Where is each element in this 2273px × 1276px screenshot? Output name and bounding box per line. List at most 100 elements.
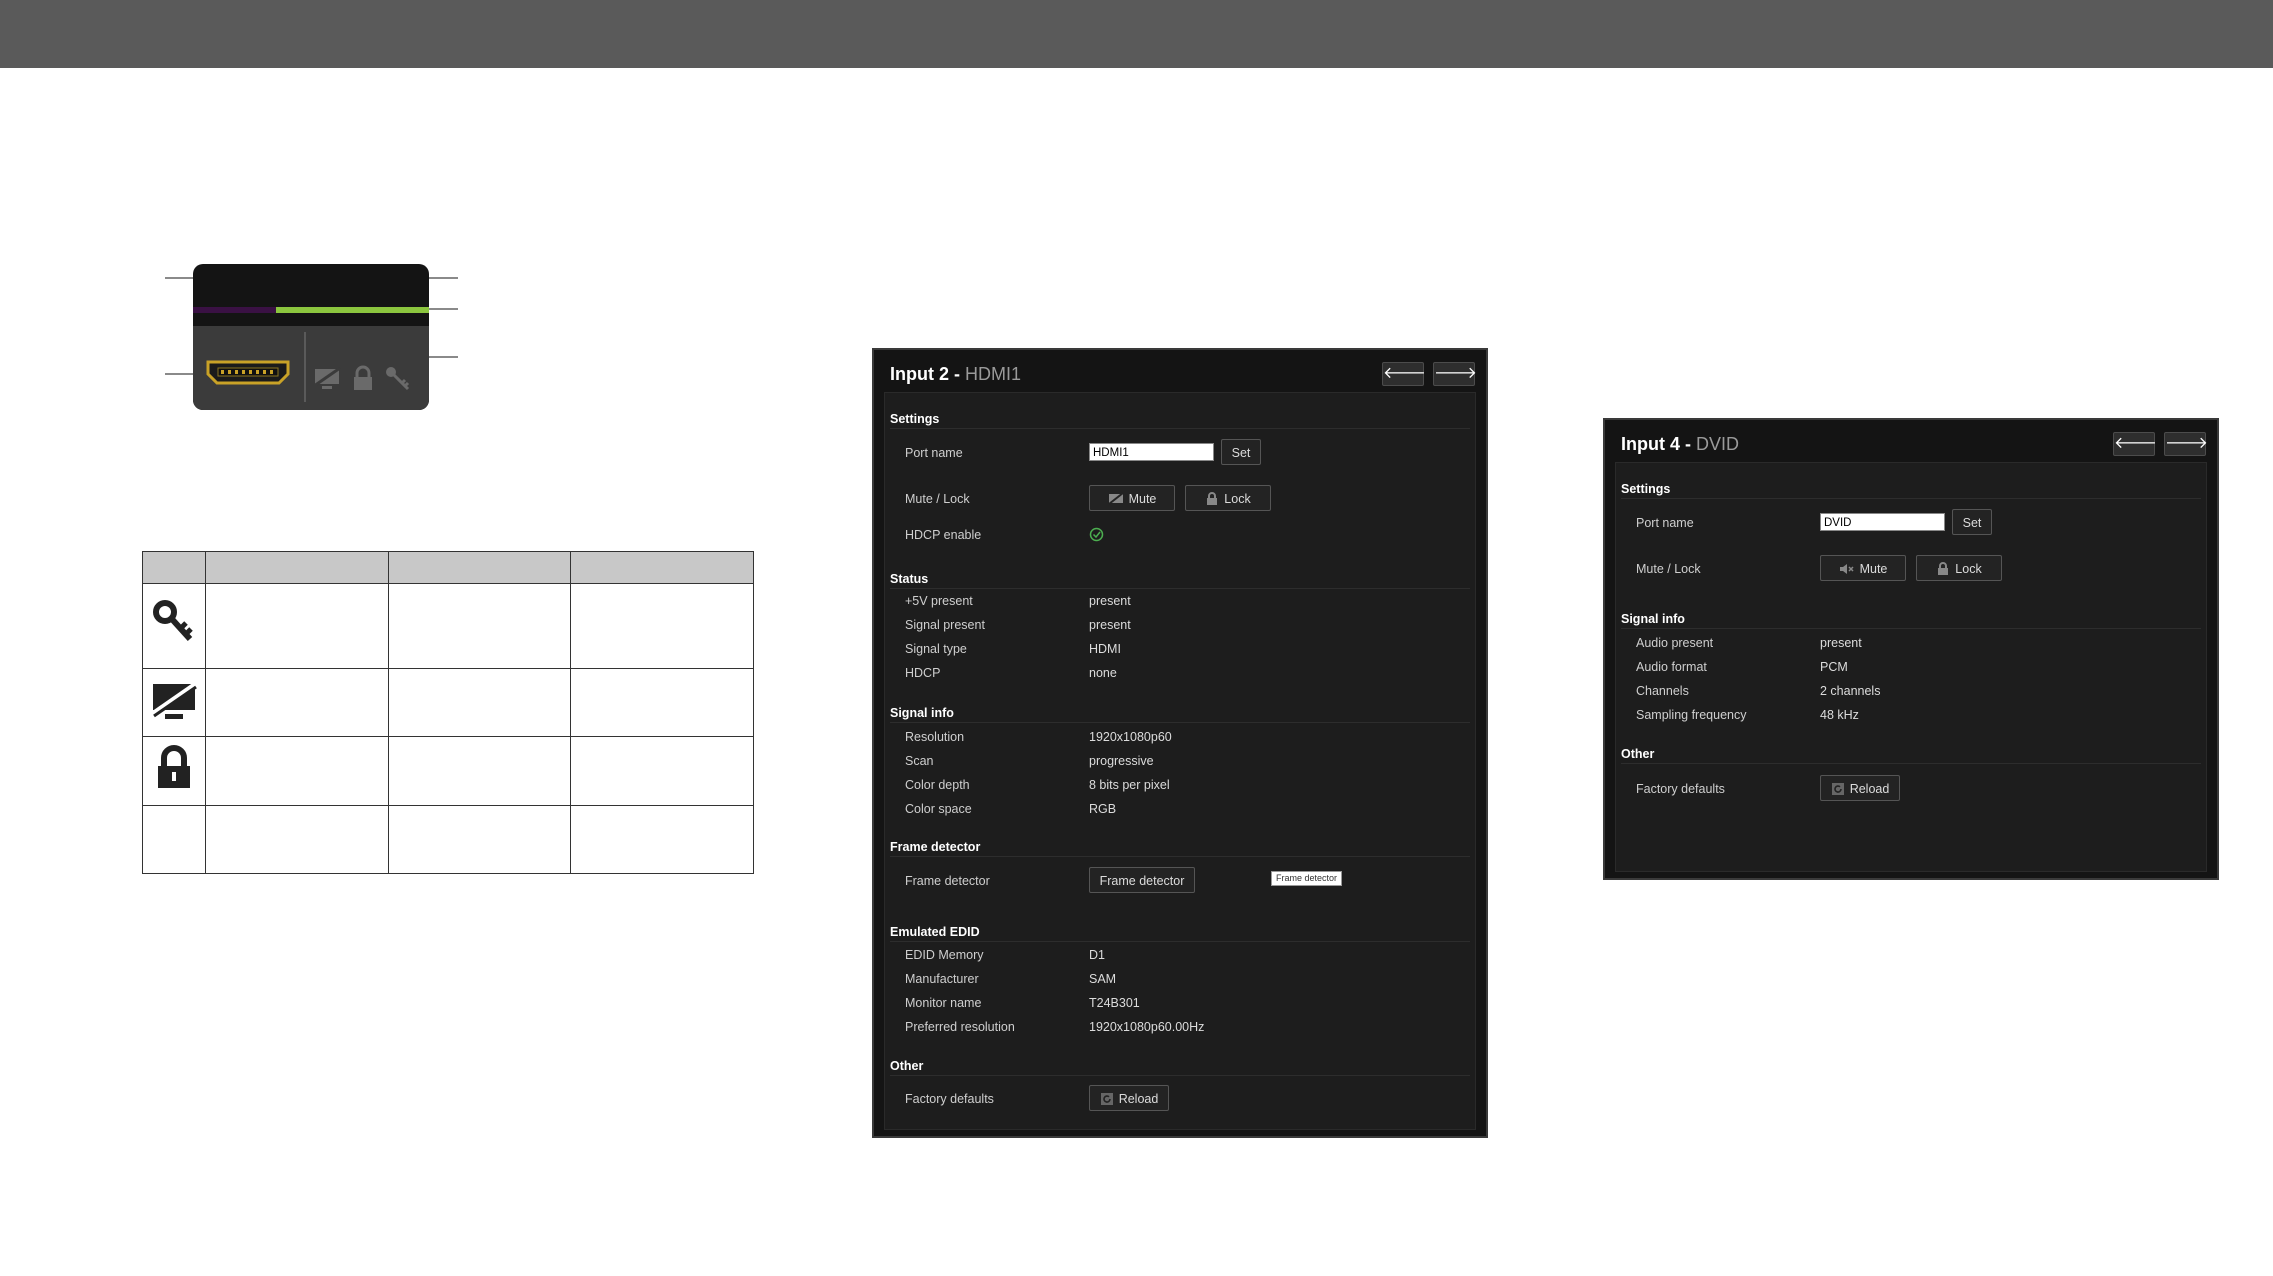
edid-value: D1 [1089, 948, 1105, 962]
table-icon-cell [142, 736, 206, 806]
signal-info-value: 48 kHz [1820, 708, 1859, 722]
section-other: Other [1621, 747, 1655, 761]
section-divider [890, 1075, 1470, 1076]
status-value: present [1089, 618, 1131, 632]
signal-info-label: Channels [1636, 684, 1689, 698]
mute-lock-label: Mute / Lock [905, 492, 970, 506]
signal-info-label: Sampling frequency [1636, 708, 1747, 722]
port-tile [193, 264, 429, 410]
next-input-button[interactable]: 🡒 [1433, 362, 1477, 386]
panel-title: Input 2 - HDMI1 [890, 364, 1021, 385]
signal-info-label: Color space [905, 802, 972, 816]
edid-label: Preferred resolution [905, 1020, 1015, 1034]
frame-detector-label: Frame detector [905, 874, 990, 888]
port-name-input[interactable]: DVID [1820, 513, 1945, 531]
lock-button[interactable]: Lock [1185, 485, 1271, 511]
table-icon-cell [142, 583, 206, 669]
reload-icon [1100, 1093, 1113, 1105]
table-cell [570, 667, 754, 738]
arrow-right-icon: 🡒 [1434, 365, 1477, 382]
prev-input-button[interactable]: 🡐 [1382, 362, 1426, 386]
edid-value: 1920x1080p60.00Hz [1089, 1020, 1205, 1034]
port-tile-illustration [160, 255, 470, 425]
panel-title: Input 4 - DVID [1621, 434, 1739, 455]
section-status: Status [890, 572, 929, 586]
key-icon [386, 367, 410, 391]
lock-button[interactable]: Lock [1916, 555, 2002, 581]
section-divider [890, 941, 1470, 942]
table-header-cell [142, 550, 206, 585]
section-divider [890, 588, 1470, 589]
reload-button[interactable]: Reload [1089, 1085, 1169, 1111]
frame-detector-tooltip: Frame detector [1271, 871, 1343, 886]
section-signal-info: Signal info [1621, 612, 1685, 626]
status-value: HDMI [1089, 642, 1121, 656]
arrow-right-icon: 🡒 [2165, 435, 2208, 452]
table-cell [387, 804, 572, 875]
table-icon-cell [142, 804, 206, 875]
section-divider [1621, 763, 2201, 764]
mute-screen-icon [313, 366, 341, 389]
table-cell [570, 583, 754, 669]
port-name-label: Port name [905, 446, 963, 460]
table-header-cell [205, 550, 389, 585]
section-divider [890, 856, 1470, 857]
top-header-bar [0, 0, 2273, 68]
speaker-mute-icon [1839, 564, 1854, 574]
table-icon-cell [142, 667, 206, 738]
section-signal-info: Signal info [890, 706, 954, 720]
section-divider [1621, 628, 2201, 629]
table-cell [387, 667, 572, 738]
table-cell [205, 667, 389, 738]
edid-label: Monitor name [905, 996, 982, 1010]
factory-defaults-label: Factory defaults [905, 1092, 994, 1106]
hdcp-enable-checkbox[interactable] [1089, 527, 1104, 542]
mute-button[interactable]: Mute [1089, 485, 1175, 511]
reload-button[interactable]: Reload [1820, 775, 1900, 801]
lock-button-label: Lock [1955, 562, 1982, 576]
frame-detector-button[interactable]: Frame detector [1089, 867, 1195, 893]
set-button[interactable]: Set [1221, 439, 1261, 465]
status-label: Signal present [905, 618, 985, 632]
panel-title-text: Input 2 - [890, 364, 965, 384]
edid-label: Manufacturer [905, 972, 979, 986]
status-label: HDCP [905, 666, 941, 680]
arrow-left-icon: 🡐 [2114, 435, 2157, 452]
table-cell [570, 804, 754, 875]
status-label: Signal type [905, 642, 967, 656]
next-input-button[interactable]: 🡒 [2164, 432, 2208, 456]
reload-button-label: Reload [1849, 782, 1890, 796]
section-settings: Settings [1621, 482, 1671, 496]
key-icon [153, 600, 193, 642]
section-settings: Settings [890, 412, 940, 426]
padlock-icon [1938, 562, 1949, 575]
edid-value: T24B301 [1089, 996, 1140, 1010]
signal-info-value: RGB [1089, 802, 1117, 816]
table-header-cell [387, 550, 572, 585]
mute-screen-icon [1107, 492, 1124, 505]
status-value: present [1089, 594, 1131, 608]
signal-info-value: present [1820, 636, 1862, 650]
mute-button[interactable]: Mute [1820, 555, 1906, 581]
signal-info-value: progressive [1089, 754, 1154, 768]
mute-button-label: Mute [1859, 562, 1888, 576]
hdmi-connector-icon [206, 360, 290, 385]
table-cell [205, 804, 389, 875]
table-row [142, 667, 754, 738]
padlock-icon [1207, 492, 1218, 505]
mute-button-label: Mute [1128, 492, 1157, 506]
mute-screen-icon [149, 680, 199, 719]
table-row [142, 583, 754, 669]
set-button[interactable]: Set [1952, 509, 1992, 535]
table-header-row [142, 550, 754, 585]
signal-info-value: 1920x1080p60 [1089, 730, 1172, 744]
signal-info-label: Audio present [1636, 636, 1714, 650]
mute-lock-label: Mute / Lock [1636, 562, 1701, 576]
reload-button-label: Reload [1118, 1092, 1159, 1106]
section-divider [890, 722, 1470, 723]
prev-input-button[interactable]: 🡐 [2113, 432, 2157, 456]
table-row [142, 804, 754, 875]
port-name-input[interactable]: HDMI1 [1089, 443, 1214, 461]
table-cell [387, 583, 572, 669]
status-value: none [1089, 666, 1117, 680]
